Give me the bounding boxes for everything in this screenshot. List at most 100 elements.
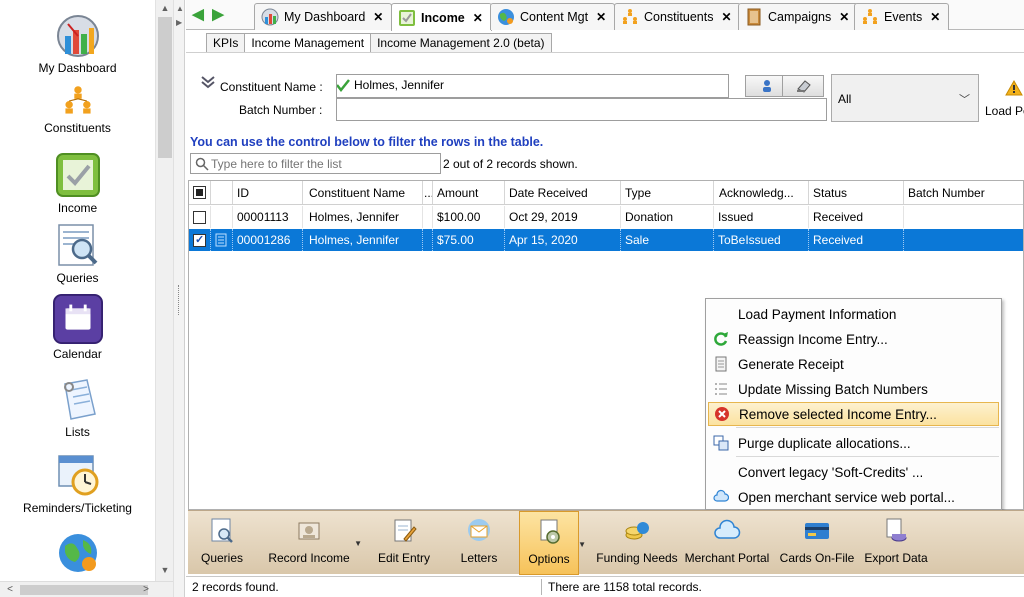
income-icon [399, 9, 415, 26]
menu-item-open-merchant-service-web-portal[interactable]: Open merchant service web portal... [708, 485, 999, 509]
menu-item-generate-receipt[interactable]: Generate Receipt [708, 352, 999, 376]
toolbar-cards-on-file-button[interactable]: Cards On-File [776, 511, 858, 575]
cell-date-received: Apr 15, 2020 [505, 229, 621, 251]
toolbar-record-income-button[interactable]: Record Income ▼ [260, 511, 362, 575]
scroll-right-icon[interactable]: > [138, 582, 154, 597]
clear-filter-button[interactable] [782, 75, 824, 97]
menu-item-reassign-income-entry[interactable]: Reassign Income Entry... [708, 327, 999, 351]
sidebar-item-calendar[interactable]: Calendar [0, 294, 155, 361]
tab-label: Income [421, 10, 465, 25]
sidebar-item-lists[interactable]: Lists [0, 376, 155, 439]
column-header-id[interactable]: ID [233, 181, 303, 204]
column-header-constituent-name[interactable]: Constituent Name [303, 181, 423, 204]
menu-item-purge-duplicate-allocations[interactable]: Purge duplicate allocations... [708, 431, 999, 455]
column-header-status[interactable]: Status [809, 181, 904, 204]
sidebar-label: Queries [56, 271, 99, 285]
cell-status: Received [809, 206, 904, 228]
select-all-checkbox[interactable] [189, 181, 211, 204]
subtab-income-management[interactable]: Income Management [244, 33, 372, 53]
checkbox[interactable] [193, 186, 206, 199]
tab-income[interactable]: Income ✕ [391, 3, 492, 31]
checkbox[interactable] [193, 233, 206, 247]
close-icon[interactable]: ✕ [473, 11, 483, 25]
tab-constituents[interactable]: Constituents ✕ [614, 3, 741, 30]
forward-arrow-icon[interactable]: ▶ [210, 7, 226, 23]
globe-icon [58, 534, 97, 572]
close-icon[interactable]: ✕ [721, 10, 731, 24]
toolbar-queries-button[interactable]: Queries [192, 511, 252, 575]
sidebar-item-queries[interactable]: Queries [0, 222, 155, 285]
sidebar-item-reminders[interactable]: Reminders/Ticketing [0, 452, 155, 515]
cell-batch-number [904, 229, 1023, 251]
globe-icon [498, 9, 514, 25]
back-arrow-icon[interactable]: ◀ [190, 7, 206, 23]
table-row[interactable]: 00001113 Holmes, Jennifer $100.00 Oct 29… [189, 206, 1023, 228]
row-checkbox-cell[interactable] [189, 206, 211, 228]
tab-events[interactable]: Events ✕ [854, 3, 950, 30]
lists-icon [63, 379, 96, 420]
tab-my-dashboard[interactable]: My Dashboard ✕ [254, 3, 393, 30]
checkbox[interactable] [193, 210, 206, 224]
constituent-name-field[interactable]: Holmes, Jennifer [350, 75, 728, 97]
lookup-person-button[interactable] [745, 75, 787, 97]
collapse-up-icon[interactable]: ▲ [176, 4, 184, 13]
batch-number-field[interactable] [336, 98, 827, 121]
sidebar-label: Lists [65, 425, 90, 439]
toolbar-export-data-button[interactable]: Export Data [862, 511, 930, 575]
copy-icon [713, 435, 729, 451]
dropdown-caret-icon[interactable]: ▼ [578, 540, 586, 549]
tab-label: Constituents [644, 10, 714, 24]
scroll-left-icon[interactable]: < [2, 582, 18, 597]
cell-status: Received [809, 229, 904, 251]
sidebar-item-dashboard[interactable]: My Dashboard [0, 12, 155, 75]
toolbar-funding-needs-button[interactable]: Funding Needs [594, 511, 680, 575]
row-checkbox-cell[interactable] [189, 229, 211, 251]
cell-type: Donation [621, 206, 714, 228]
scroll-down-icon[interactable]: ▼ [156, 562, 174, 578]
toolbar-letters-button[interactable]: Letters [448, 511, 510, 575]
tab-campaigns[interactable]: Campaigns ✕ [738, 3, 859, 30]
reminders-icon [57, 455, 98, 496]
menu-item-load-payment-information[interactable]: Load Payment Information [708, 302, 999, 326]
close-icon[interactable]: ✕ [839, 10, 849, 24]
sidebar-item-constituents[interactable]: Constituents [0, 84, 155, 135]
scroll-up-icon[interactable]: ▲ [156, 0, 174, 16]
column-header-batch-number[interactable]: Batch Number [904, 181, 1023, 204]
column-header-amount[interactable]: Amount [433, 181, 505, 204]
toolbar-merchant-portal-button[interactable]: Merchant Portal [682, 511, 772, 575]
menu-item-remove-selected-income-entry[interactable]: Remove selected Income Entry... [708, 402, 999, 426]
subtab-kpis[interactable]: KPIs [206, 33, 246, 53]
filter-search-input[interactable] [190, 153, 441, 174]
column-header-collapsed[interactable]: ... [423, 181, 433, 204]
sidebar-item-web[interactable] [0, 530, 155, 576]
sidebar-vertical-scrollbar[interactable]: ▲ ▼ [155, 0, 173, 581]
menu-item-convert-legacy-soft-credits[interactable]: Convert legacy 'Soft-Credits' ... [708, 460, 999, 484]
collapse-chevron-icon[interactable] [200, 74, 216, 90]
column-header-acknowledgement[interactable]: Acknowledg... [714, 181, 809, 204]
column-header-date-received[interactable]: Date Received [505, 181, 621, 204]
cell-amount: $75.00 [433, 229, 505, 251]
column-header-type[interactable]: Type [621, 181, 714, 204]
status-filter-dropdown[interactable]: All ﹀ [831, 74, 979, 122]
toolbar-options-button[interactable]: Options ▼ [519, 511, 586, 575]
pane-splitter[interactable]: ▲ ▶ [173, 0, 185, 597]
close-icon[interactable]: ✕ [596, 10, 606, 24]
subtab-income-management-beta[interactable]: Income Management 2.0 (beta) [370, 33, 552, 53]
table-row-selected[interactable]: 00001286 Holmes, Jennifer $75.00 Apr 15,… [189, 229, 1023, 251]
sidebar-label: My Dashboard [38, 61, 117, 75]
close-icon[interactable]: ✕ [373, 10, 383, 24]
close-icon[interactable]: ✕ [930, 10, 940, 24]
scrollbar-thumb[interactable] [20, 585, 148, 595]
tab-content-mgt[interactable]: Content Mgt ✕ [490, 3, 616, 30]
sidebar-horizontal-scrollbar[interactable]: < > [0, 581, 173, 597]
dropdown-caret-icon[interactable]: ▼ [354, 539, 362, 548]
tab-label: Campaigns [768, 10, 832, 24]
column-indicator [211, 181, 233, 204]
splitter-grip[interactable] [178, 285, 180, 315]
scrollbar-thumb[interactable] [158, 17, 172, 158]
sidebar-item-income[interactable]: Income [0, 152, 155, 215]
toolbar-edit-entry-button[interactable]: Edit Entry [372, 511, 436, 575]
expand-right-icon[interactable]: ▶ [176, 18, 182, 27]
load-button[interactable]: Load Pe [982, 76, 1024, 122]
menu-item-update-missing-batch-numbers[interactable]: Update Missing Batch Numbers [708, 377, 999, 401]
